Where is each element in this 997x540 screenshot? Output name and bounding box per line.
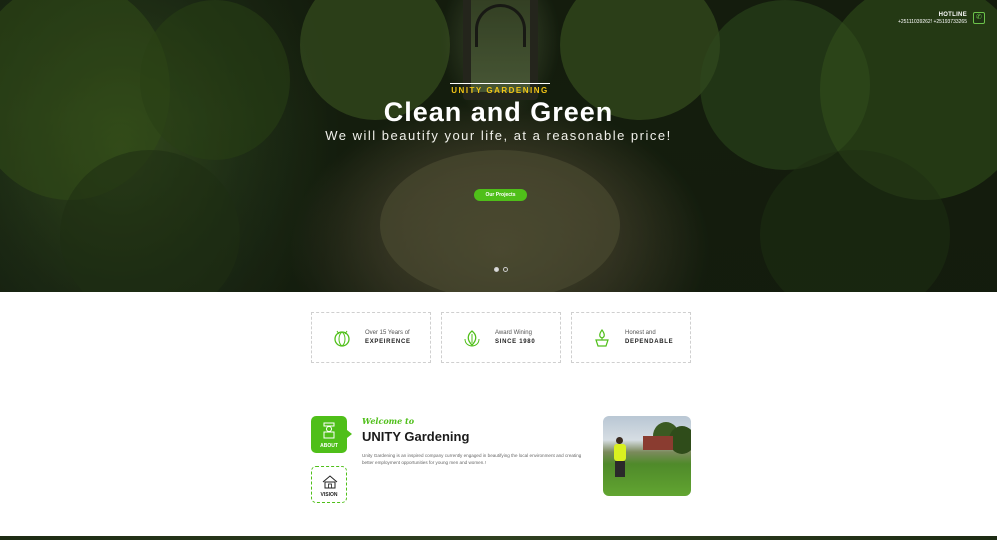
feature-bottom-text: EXPEIRENCE	[365, 339, 411, 345]
hero-title: Clean and Green	[383, 97, 614, 127]
feature-top-text: Award Wining	[495, 330, 532, 336]
cabbage-icon	[334, 330, 350, 347]
tab-about-label: ABOUT	[320, 443, 338, 449]
feature-card-honest: Honest and DEPENDABLE	[571, 312, 691, 363]
tab-about[interactable]: ABOUT	[311, 416, 352, 453]
slider-pagination	[494, 267, 508, 272]
about-photo	[603, 416, 691, 496]
welcome-script: Welcome to	[362, 416, 415, 426]
feature-top-text: Over 15 Years of	[365, 330, 410, 336]
hero-kicker: UNITY GARDENING	[450, 83, 550, 95]
about-title: UNITY Gardening	[362, 429, 470, 444]
hero-slider: HOTLINE +25111039262! +25193733265 ✆ UNI…	[0, 0, 997, 292]
garden-house-icon	[322, 475, 338, 489]
feature-bottom-text: SINCE 1980	[495, 339, 536, 345]
hero-subtitle: We will beautify your life, at a reasona…	[325, 128, 672, 143]
watering-icon	[595, 328, 609, 347]
hotline-label: HOTLINE	[938, 12, 967, 18]
hotline-numbers[interactable]: +25111039262! +25193733265	[898, 19, 967, 25]
feature-top-text: Honest and	[625, 330, 656, 336]
tab-vision-label: VISION	[320, 492, 338, 498]
feature-bottom-text: DEPENDABLE	[625, 339, 674, 345]
gardener-icon	[323, 422, 335, 439]
slider-dot-2[interactable]	[503, 267, 508, 272]
footer-strip	[0, 536, 997, 540]
phone-icon[interactable]: ✆	[973, 12, 985, 24]
feature-card-experience: Over 15 Years of EXPEIRENCE	[311, 312, 431, 363]
feature-card-award: Award Wining SINCE 1980	[441, 312, 561, 363]
hotline: HOTLINE +25111039262! +25193733265	[898, 12, 967, 25]
award-leaf-icon	[464, 330, 480, 347]
tab-vision[interactable]: VISION	[311, 466, 347, 503]
our-projects-button[interactable]: Our Projects	[474, 189, 527, 201]
slider-dot-1[interactable]	[494, 267, 499, 272]
about-body-text: Unity Gardening is an inspired company c…	[362, 453, 582, 465]
